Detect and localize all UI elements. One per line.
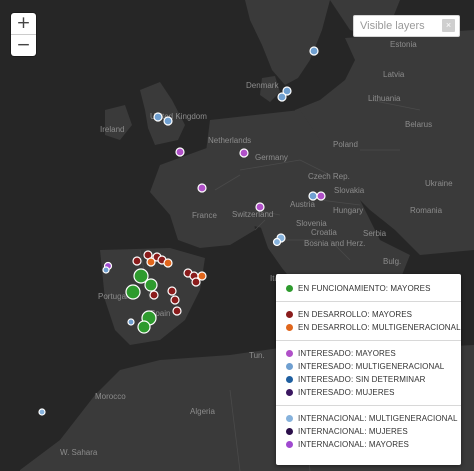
legend-group: EN FUNCIONAMIENTO: MAYORES xyxy=(276,280,461,297)
svg-text:Lithuania: Lithuania xyxy=(368,94,401,103)
svg-text:W. Sahara: W. Sahara xyxy=(60,448,98,457)
legend-swatch xyxy=(286,311,293,318)
legend-swatch xyxy=(286,415,293,422)
svg-text:Slovakia: Slovakia xyxy=(334,186,365,195)
map-marker xyxy=(170,295,180,305)
legend-item: INTERNACIONAL: MAYORES xyxy=(286,438,461,451)
map-marker xyxy=(316,191,326,201)
svg-text:France: France xyxy=(192,211,217,220)
legend-group: INTERNACIONAL: MULTIGENERACIONAL INTERNAC… xyxy=(276,410,461,453)
layer-search-input[interactable] xyxy=(360,16,438,36)
map-marker xyxy=(191,277,201,287)
legend-label: EN FUNCIONAMIENTO: MAYORES xyxy=(298,284,431,293)
map-marker xyxy=(308,191,318,201)
map-marker xyxy=(239,148,249,158)
svg-text:Tun.: Tun. xyxy=(249,351,265,360)
svg-text:Poland: Poland xyxy=(333,140,358,149)
legend-swatch xyxy=(286,389,293,396)
map-marker xyxy=(127,318,135,326)
svg-text:Netherlands: Netherlands xyxy=(208,136,251,145)
legend-swatch xyxy=(286,324,293,331)
legend-swatch xyxy=(286,350,293,357)
map-marker xyxy=(153,112,163,122)
legend-swatch xyxy=(286,376,293,383)
legend-group: INTERESADO: MAYORES INTERESADO: MULTIGENE… xyxy=(276,345,461,401)
legend-swatch xyxy=(286,428,293,435)
map-marker xyxy=(309,46,319,56)
legend-divider xyxy=(276,340,461,341)
map-marker xyxy=(197,183,207,193)
svg-text:Estonia: Estonia xyxy=(390,40,417,49)
clear-icon[interactable]: × xyxy=(442,19,455,32)
legend-swatch xyxy=(286,285,293,292)
legend-item: EN DESARROLLO: MULTIGENERACIONAL xyxy=(286,321,461,334)
legend-divider xyxy=(276,301,461,302)
legend-item: INTERESADO: SIN DETERMINAR xyxy=(286,373,461,386)
map-marker xyxy=(172,306,182,316)
legend-swatch xyxy=(286,363,293,370)
legend-swatch xyxy=(286,441,293,448)
svg-text:Hungary: Hungary xyxy=(333,206,363,215)
map-marker xyxy=(144,278,158,292)
map-marker xyxy=(163,258,173,268)
legend-divider xyxy=(276,405,461,406)
zoom-in-button[interactable]: + xyxy=(11,13,36,34)
legend-item: INTERNACIONAL: MULTIGENERACIONAL xyxy=(286,412,461,425)
legend-item: EN DESARROLLO: MAYORES xyxy=(286,308,461,321)
map-marker xyxy=(277,92,287,102)
legend-label: INTERESADO: SIN DETERMINAR xyxy=(298,375,426,384)
zoom-control: + − xyxy=(11,13,36,56)
svg-text:Romania: Romania xyxy=(410,206,443,215)
svg-text:Germany: Germany xyxy=(255,153,288,162)
svg-text:Ireland: Ireland xyxy=(100,125,124,134)
legend-item: INTERESADO: MUJERES xyxy=(286,386,461,399)
svg-text:Ukraine: Ukraine xyxy=(425,179,453,188)
legend-label: EN DESARROLLO: MAYORES xyxy=(298,310,413,319)
svg-text:Portugal: Portugal xyxy=(98,292,128,301)
legend-item: EN FUNCIONAMIENTO: MAYORES xyxy=(286,282,461,295)
map-canvas[interactable]: Estonia Latvia Lithuania Denmark Ireland… xyxy=(0,0,474,471)
svg-text:Latvia: Latvia xyxy=(383,70,405,79)
svg-text:Belarus: Belarus xyxy=(405,120,432,129)
svg-text:Croatia: Croatia xyxy=(311,228,337,237)
svg-text:Austria: Austria xyxy=(290,200,315,209)
legend-label: INTERESADO: MAYORES xyxy=(298,349,396,358)
legend-label: INTERESADO: MULTIGENERACIONAL xyxy=(298,362,445,371)
svg-text:Switzerland: Switzerland xyxy=(232,210,273,219)
legend-group: EN DESARROLLO: MAYORES EN DESARROLLO: MUL… xyxy=(276,306,461,336)
legend-label: INTERNACIONAL: MAYORES xyxy=(298,440,409,449)
legend-label: INTERNACIONAL: MULTIGENERACIONAL xyxy=(298,414,458,423)
map-marker xyxy=(167,286,177,296)
map-marker xyxy=(102,266,110,274)
legend-item: INTERESADO: MAYORES xyxy=(286,347,461,360)
map-marker xyxy=(175,147,185,157)
svg-text:Morocco: Morocco xyxy=(95,392,126,401)
legend-label: EN DESARROLLO: MULTIGENERACIONAL xyxy=(298,323,461,332)
legend-item: INTERNACIONAL: MUJERES xyxy=(286,425,461,438)
svg-text:Bulg.: Bulg. xyxy=(383,257,401,266)
map-marker xyxy=(38,408,46,416)
map-marker xyxy=(255,202,265,212)
legend-label: INTERESADO: MUJERES xyxy=(298,388,395,397)
map-marker xyxy=(137,320,151,334)
svg-text:Slovenia: Slovenia xyxy=(296,219,327,228)
map-marker xyxy=(125,284,141,300)
map-marker xyxy=(272,237,282,247)
legend: EN FUNCIONAMIENTO: MAYORES EN DESARROLLO:… xyxy=(276,274,461,465)
zoom-out-button[interactable]: − xyxy=(11,34,36,56)
legend-label: INTERNACIONAL: MUJERES xyxy=(298,427,408,436)
map-marker xyxy=(163,116,173,126)
svg-text:Algeria: Algeria xyxy=(190,407,215,416)
map-marker xyxy=(146,257,156,267)
layer-search: × xyxy=(353,15,460,37)
svg-text:Serbia: Serbia xyxy=(363,229,387,238)
svg-text:Bosnia and Herz.: Bosnia and Herz. xyxy=(304,239,365,248)
map-marker xyxy=(149,290,159,300)
svg-text:Czech Rep.: Czech Rep. xyxy=(308,172,350,181)
legend-item: INTERESADO: MULTIGENERACIONAL xyxy=(286,360,461,373)
map-marker xyxy=(132,256,142,266)
svg-text:Denmark: Denmark xyxy=(246,81,279,90)
